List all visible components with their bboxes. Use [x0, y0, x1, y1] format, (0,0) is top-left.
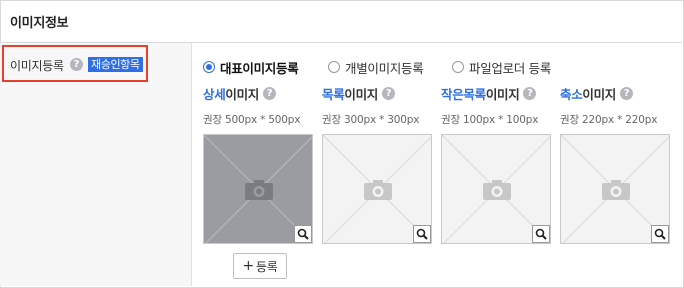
- recommended-size: 권장 500px * 500px: [203, 114, 301, 126]
- image-type-title: 상세 이미지 ?: [203, 84, 315, 102]
- reapproval-badge: 재승인항목: [88, 57, 143, 72]
- radio-individual[interactable]: 개별이미지등록: [328, 58, 424, 76]
- image-preview-list[interactable]: [322, 134, 432, 244]
- image-type-title: 목록 이미지 ?: [322, 84, 434, 102]
- radio-label: 대표이미지등록: [220, 60, 299, 76]
- camera-icon: [483, 180, 511, 200]
- image-column-thumbnail: 축소 이미지 ? 권장 220px * 220px: [560, 84, 672, 126]
- help-icon[interactable]: ?: [382, 86, 396, 100]
- help-icon[interactable]: ?: [263, 86, 277, 100]
- image-type-title: 작은목록 이미지 ?: [441, 84, 553, 102]
- image-type-accent: 목록: [322, 86, 345, 102]
- radio-label: 파일업로더 등록: [469, 60, 552, 76]
- radio-button[interactable]: [328, 61, 340, 73]
- help-icon[interactable]: ?: [620, 86, 634, 100]
- image-type-accent: 상세: [203, 86, 226, 102]
- zoom-icon[interactable]: [294, 225, 312, 243]
- section-header: 이미지정보: [0, 0, 682, 43]
- image-type-rest: 이미지: [485, 86, 520, 102]
- image-preview-small-list[interactable]: [441, 134, 551, 244]
- radio-label: 개별이미지등록: [345, 60, 424, 76]
- image-column-detail: 상세 이미지 ? 권장 500px * 500px: [203, 84, 315, 126]
- image-type-accent: 축소: [560, 86, 583, 102]
- image-type-accent: 작은목록: [441, 86, 486, 102]
- image-type-rest: 이미지: [582, 86, 617, 102]
- camera-icon: [364, 180, 392, 200]
- recommended-size: 권장 300px * 300px: [322, 114, 420, 126]
- plus-icon: +: [242, 258, 255, 274]
- field-label: 이미지등록: [10, 59, 64, 73]
- image-preview-detail[interactable]: [203, 134, 313, 244]
- zoom-icon[interactable]: [651, 225, 669, 243]
- radio-button-selected[interactable]: [203, 61, 215, 73]
- image-preview-thumbnail[interactable]: [560, 134, 670, 244]
- zoom-icon[interactable]: [413, 225, 431, 243]
- radio-file-uploader[interactable]: 파일업로더 등록: [452, 58, 551, 76]
- help-icon[interactable]: ?: [70, 58, 83, 71]
- image-column-small-list: 작은목록 이미지 ? 권장 100px * 100px: [441, 84, 553, 126]
- camera-icon: [602, 180, 630, 200]
- section-title: 이미지정보: [10, 16, 69, 31]
- radio-representative[interactable]: 대표이미지등록: [203, 58, 299, 76]
- register-button-label: 등록: [255, 259, 278, 274]
- camera-icon: [245, 180, 273, 200]
- recommended-size: 권장 220px * 220px: [560, 114, 658, 126]
- image-type-rest: 이미지: [225, 86, 260, 102]
- image-column-list: 목록 이미지 ? 권장 300px * 300px: [322, 84, 434, 126]
- help-icon[interactable]: ?: [523, 86, 537, 100]
- register-button[interactable]: + 등록: [233, 253, 287, 279]
- image-type-title: 축소 이미지 ?: [560, 84, 672, 102]
- recommended-size: 권장 100px * 100px: [441, 114, 539, 126]
- image-type-rest: 이미지: [344, 86, 379, 102]
- radio-button[interactable]: [452, 61, 464, 73]
- zoom-icon[interactable]: [532, 225, 550, 243]
